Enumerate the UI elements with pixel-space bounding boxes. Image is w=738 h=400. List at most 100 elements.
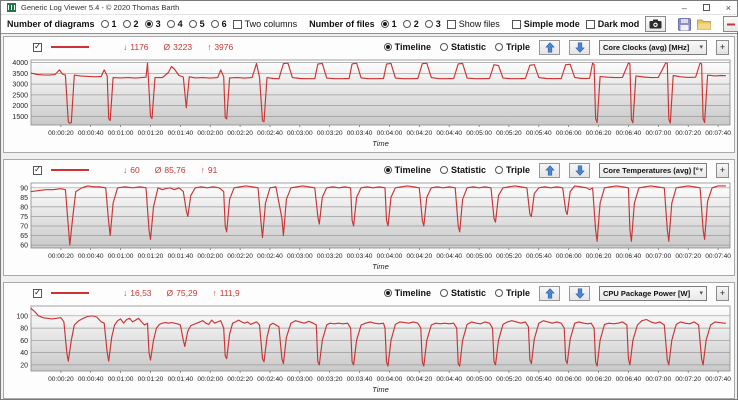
panel-header: ✓ ↓ 1176 Ø 3223 ↑ 3976 Timeline Statistic T… (4, 37, 734, 57)
series-visible-checkbox[interactable]: ✓ (33, 42, 42, 52)
max-value: 91 (207, 165, 218, 175)
svg-text:00:00:40: 00:00:40 (78, 253, 104, 260)
arrow-down-icon (574, 287, 585, 299)
radio-selected-icon (383, 166, 392, 174)
checkbox-icon (446, 19, 456, 29)
close-icon[interactable]: × (726, 3, 731, 13)
svg-text:80: 80 (20, 204, 28, 211)
avg-icon: Ø (154, 165, 162, 175)
checkbox-icon (511, 19, 521, 29)
svg-text:00:04:00: 00:04:00 (377, 376, 403, 383)
svg-text:2000: 2000 (12, 103, 28, 110)
diagrams-radio-5[interactable]: 5 (188, 19, 205, 29)
metric-select[interactable]: Core Temperatures (avg) [°C] ▾ (599, 162, 707, 178)
svg-text:100: 100 (16, 313, 28, 320)
statistic-radio[interactable]: Statistic (439, 165, 486, 175)
diagram-panels: ✓ ↓ 1176 Ø 3223 ↑ 3976 Timeline Statistic T… (1, 34, 737, 400)
radio-icon (494, 166, 503, 174)
add-metric-button[interactable]: + (716, 162, 729, 178)
svg-text:00:07:20: 00:07:20 (675, 376, 701, 383)
avg-value: 3223 (173, 42, 193, 52)
svg-text:00:05:00: 00:05:00 (466, 376, 492, 383)
statistic-radio[interactable]: Statistic (439, 42, 486, 52)
timeline-radio[interactable]: Timeline (383, 288, 431, 298)
files-radio-2[interactable]: 2 (402, 19, 419, 29)
maximize-icon[interactable] (702, 4, 710, 11)
files-label: Number of files (309, 19, 375, 29)
max-icon: ↑ (212, 288, 217, 298)
folder-icon (697, 19, 712, 30)
diagrams-radio-1[interactable]: 1 (100, 19, 117, 29)
check-icon: ✓ (34, 165, 41, 174)
svg-text:00:02:20: 00:02:20 (227, 376, 253, 383)
simple-mode-checkbox[interactable]: Simple mode (511, 19, 580, 29)
move-up-button[interactable] (539, 285, 560, 301)
open-folder-button[interactable] (697, 18, 712, 30)
diagrams-label: Number of diagrams (7, 19, 95, 29)
dark-mode-checkbox[interactable]: Dark mod (585, 19, 639, 29)
diagrams-radio-3[interactable]: 3 (144, 19, 161, 29)
timeline-radio[interactable]: Timeline (383, 165, 431, 175)
svg-text:00:07:00: 00:07:00 (645, 130, 671, 137)
diagrams-radio-4[interactable]: 4 (166, 19, 183, 29)
add-metric-button[interactable]: + (716, 39, 729, 55)
two-columns-checkbox[interactable]: Two columns (232, 19, 297, 29)
reset-zoom-button[interactable] (723, 16, 738, 32)
svg-text:00:03:20: 00:03:20 (317, 376, 343, 383)
move-down-button[interactable] (569, 162, 590, 178)
timeline-chart-core-clocks: 1500 2000 2500 3000 3500 4000 00:00:20 00:00:40… (12, 59, 731, 148)
svg-text:4000: 4000 (12, 60, 28, 67)
svg-text:00:05:20: 00:05:20 (496, 376, 522, 383)
avg-icon: Ø (166, 288, 174, 298)
radio-icon (494, 43, 503, 51)
minimize-icon[interactable]: – (682, 3, 687, 13)
files-radio-3[interactable]: 3 (424, 19, 441, 29)
svg-text:00:04:20: 00:04:20 (406, 376, 432, 383)
radio-icon (188, 20, 197, 28)
svg-text:00:01:20: 00:01:20 (138, 376, 164, 383)
floppy-disk-icon (678, 17, 692, 31)
window-title: Generic Log Viewer 5.4 - © 2020 Thomas B… (21, 3, 180, 12)
diagram-panel-cpu-package-power: ✓ ↓ 16,53 Ø 75,29 ↑ 111,9 Timeline Statisti… (3, 282, 735, 399)
svg-text:00:03:40: 00:03:40 (347, 130, 373, 137)
series-color-sample (51, 292, 89, 294)
timeline-chart-cpu-package-power: 20 40 60 80 100 00:00:20 00:00:40 00:01:00 00:01… (16, 305, 731, 394)
timeline-radio[interactable]: Timeline (383, 42, 431, 52)
triple-radio[interactable]: Triple (494, 165, 530, 175)
add-metric-button[interactable]: + (716, 285, 729, 301)
svg-text:00:06:40: 00:06:40 (616, 376, 642, 383)
triple-radio[interactable]: Triple (494, 42, 530, 52)
screenshot-button[interactable] (645, 16, 667, 32)
move-down-button[interactable] (569, 39, 590, 55)
svg-text:65: 65 (20, 233, 28, 240)
statistic-radio[interactable]: Statistic (439, 288, 486, 298)
radio-icon (439, 289, 448, 297)
files-radio-1[interactable]: 1 (380, 19, 397, 29)
diagram-panel-core-temperatures: ✓ ↓ 60 Ø 85,76 ↑ 91 Timeline Statistic Trip… (3, 159, 735, 276)
radio-icon (439, 43, 448, 51)
save-button[interactable] (678, 17, 692, 31)
move-up-button[interactable] (539, 162, 560, 178)
svg-text:00:01:40: 00:01:40 (168, 253, 194, 260)
svg-text:00:03:20: 00:03:20 (317, 253, 343, 260)
arrow-up-icon (544, 287, 555, 299)
svg-text:85: 85 (20, 195, 28, 202)
show-files-checkbox[interactable]: Show files (446, 19, 500, 29)
radio-selected-icon (383, 43, 392, 51)
diagrams-radio-2[interactable]: 2 (122, 19, 139, 29)
svg-text:60: 60 (20, 338, 28, 345)
svg-text:00:03:00: 00:03:00 (287, 253, 313, 260)
svg-text:3000: 3000 (12, 82, 28, 89)
metric-select[interactable]: Core Clocks (avg) [MHz] ▾ (599, 39, 707, 55)
max-value: 3976 (214, 42, 234, 52)
move-up-button[interactable] (539, 39, 560, 55)
move-down-button[interactable] (569, 285, 590, 301)
series-visible-checkbox[interactable]: ✓ (33, 165, 42, 175)
series-visible-checkbox[interactable]: ✓ (33, 288, 42, 298)
metric-select[interactable]: CPU Package Power [W] ▾ (599, 285, 707, 301)
chevron-down-icon: ▾ (699, 290, 703, 297)
svg-text:00:06:00: 00:06:00 (556, 130, 582, 137)
svg-text:00:02:40: 00:02:40 (257, 130, 283, 137)
triple-radio[interactable]: Triple (494, 288, 530, 298)
diagrams-radio-6[interactable]: 6 (210, 19, 227, 29)
